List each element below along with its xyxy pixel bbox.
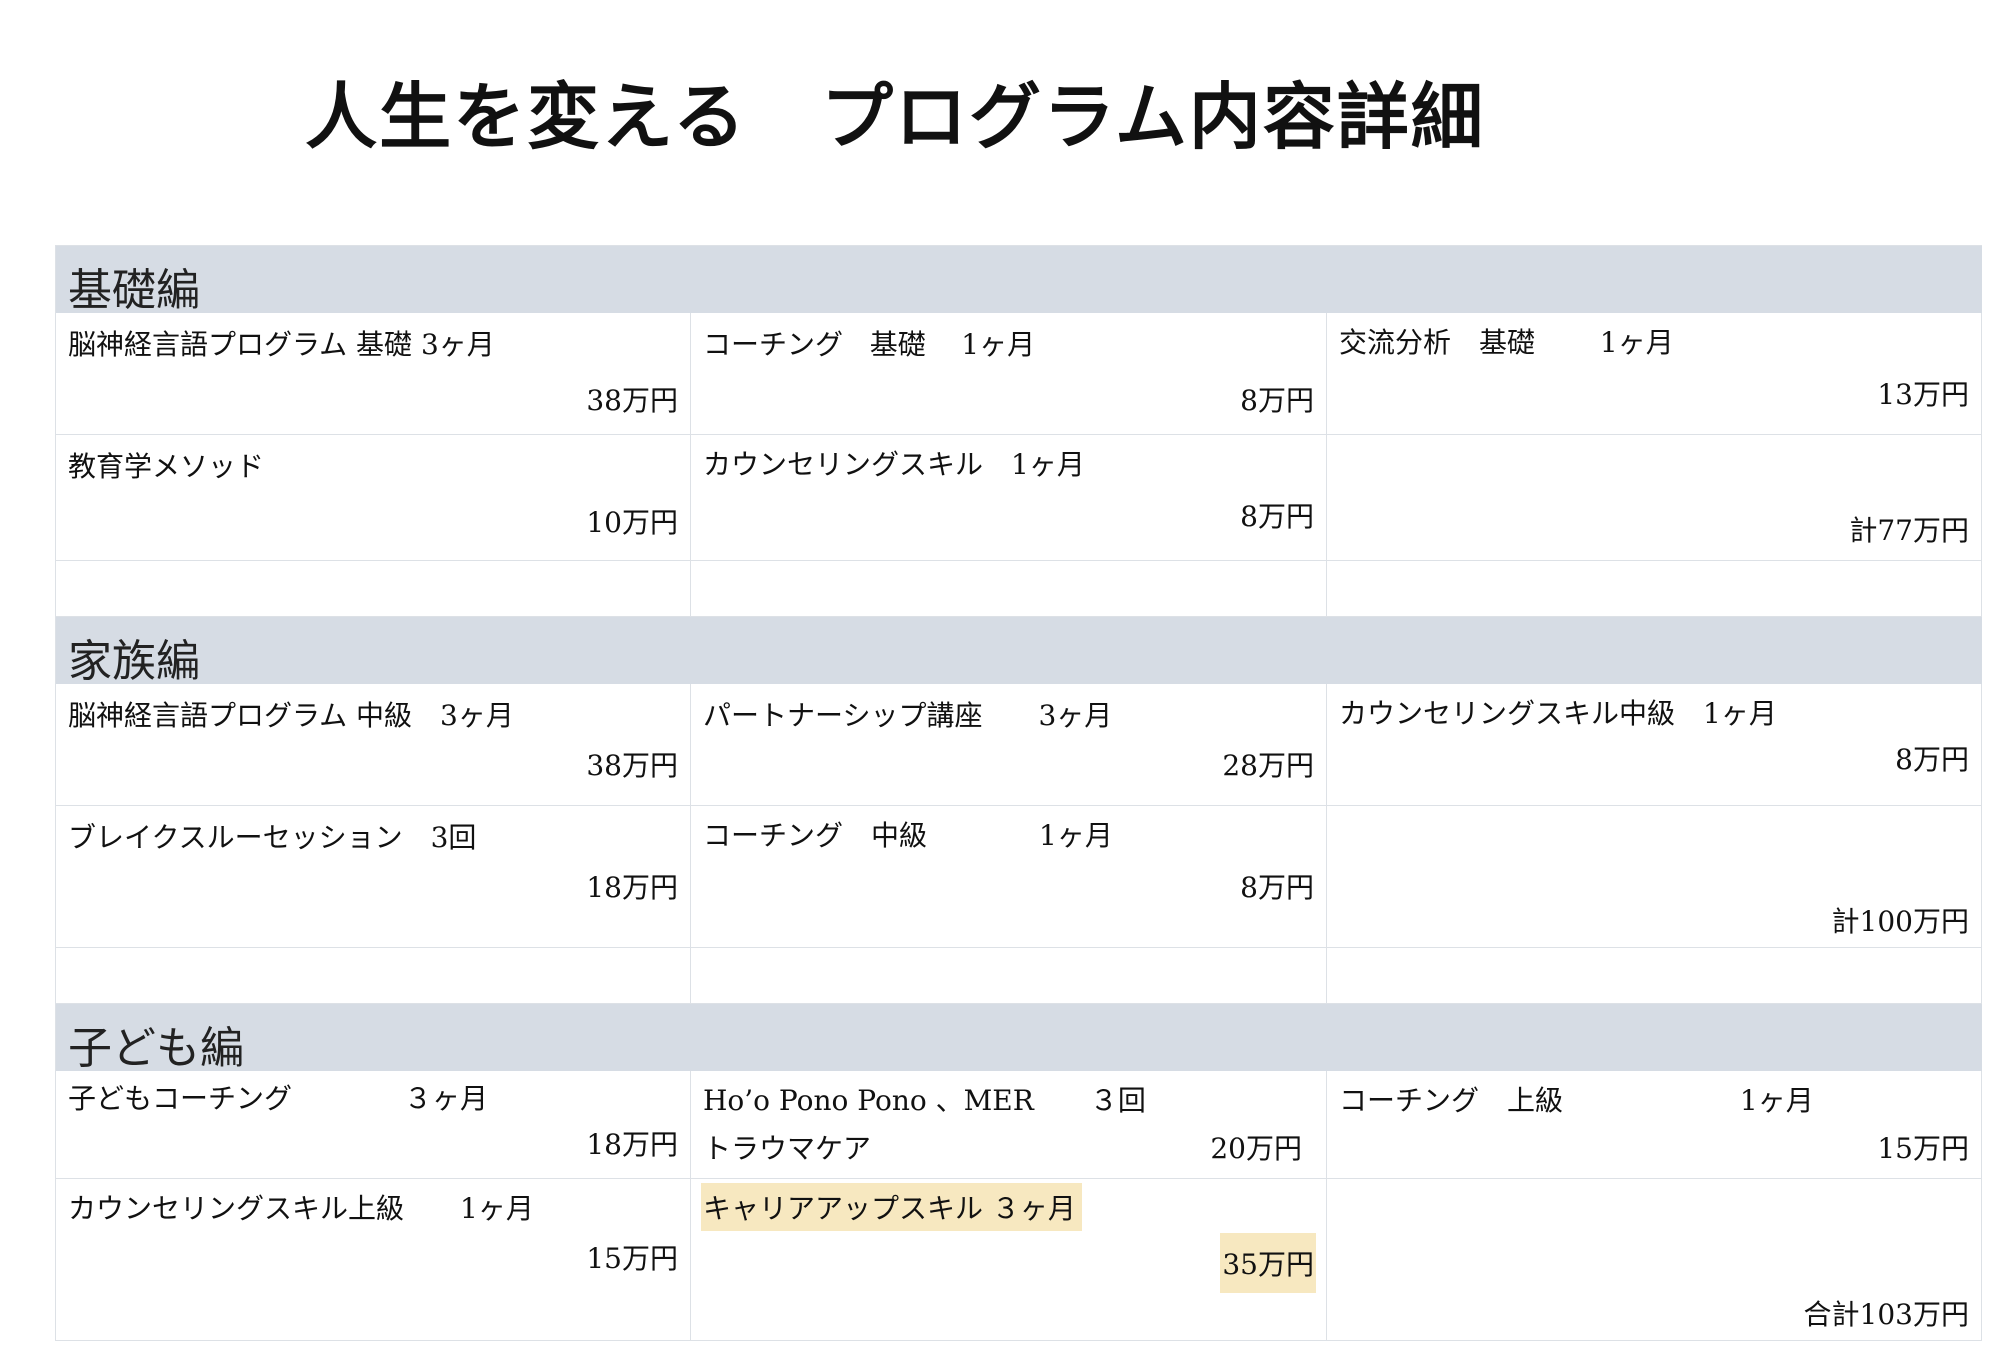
- program-price: 38万円: [586, 749, 678, 782]
- program-cell-highlighted: キャリアアップスキル ３ヶ月 35万円: [691, 1179, 1327, 1341]
- program-price: 18万円: [586, 1128, 678, 1161]
- program-name: Ho’o Pono Pono 、MER ３回: [703, 1084, 1146, 1117]
- grand-total: 合計103万円: [1803, 1298, 1969, 1331]
- program-price: 15万円: [1877, 1132, 1969, 1165]
- program-price: 15万円: [586, 1242, 678, 1275]
- program-cell: パートナーシップ講座 3ヶ月 28万円: [691, 684, 1327, 806]
- program-price: 20万円: [1210, 1132, 1302, 1165]
- program-price: 8万円: [1895, 743, 1969, 776]
- section-title: 子ども編: [68, 1023, 244, 1074]
- program-name: コーチング 中級 1ヶ月: [703, 819, 1113, 852]
- program-name: カウンセリングスキル 1ヶ月: [703, 448, 1085, 481]
- spacer-row: [56, 561, 1982, 617]
- table-row: 教育学メソッド 10万円 カウンセリングスキル 1ヶ月 8万円 計77万円: [56, 435, 1982, 561]
- program-name: ブレイクスルーセッション 3回: [68, 821, 477, 854]
- program-name: 子どもコーチング ３ヶ月: [68, 1082, 489, 1115]
- subtotal-cell: 計77万円: [1327, 435, 1982, 561]
- program-price: 8万円: [1240, 871, 1314, 904]
- program-cell: 脳神経言語プログラム 基礎 3ヶ月 38万円: [56, 313, 691, 435]
- subtotal: 計100万円: [1831, 905, 1969, 938]
- spacer-row: [56, 948, 1982, 1004]
- table-row: 子どもコーチング ３ヶ月 18万円 Ho’o Pono Pono 、MER ３回…: [56, 1071, 1982, 1179]
- program-name: コーチング 上級 1ヶ月: [1339, 1084, 1814, 1117]
- program-cell: 脳神経言語プログラム 中級 3ヶ月 38万円: [56, 684, 691, 806]
- section-title: 基礎編: [68, 265, 200, 316]
- program-name-line2: トラウマケア: [703, 1132, 872, 1165]
- program-cell: コーチング 基礎 1ヶ月 8万円: [691, 313, 1327, 435]
- table-row: 脳神経言語プログラム 中級 3ヶ月 38万円 パートナーシップ講座 3ヶ月 28…: [56, 684, 1982, 806]
- program-cell: ブレイクスルーセッション 3回 18万円: [56, 806, 691, 948]
- section-header-children: 子ども編: [56, 1004, 1982, 1074]
- program-name-highlighted: キャリアアップスキル ３ヶ月: [701, 1183, 1082, 1231]
- table-row: ブレイクスルーセッション 3回 18万円 コーチング 中級 1ヶ月 8万円 計1…: [56, 806, 1982, 948]
- section-header-family: 家族編: [56, 617, 1982, 687]
- program-name: パートナーシップ講座 3ヶ月: [703, 699, 1113, 732]
- page-title: 人生を変える プログラム内容詳細: [305, 75, 1485, 159]
- subtotal-cell: 計100万円: [1327, 806, 1982, 948]
- program-name: コーチング 基礎 1ヶ月: [703, 328, 1036, 361]
- subtotal: 計77万円: [1849, 514, 1969, 547]
- program-price: 8万円: [1240, 384, 1314, 417]
- program-cell: カウンセリングスキル 1ヶ月 8万円: [691, 435, 1327, 561]
- program-name: カウンセリングスキル上級 1ヶ月: [68, 1192, 534, 1225]
- total-cell: 合計103万円: [1327, 1179, 1982, 1341]
- table-row: カウンセリングスキル上級 1ヶ月 15万円 キャリアアップスキル ３ヶ月 35万…: [56, 1179, 1982, 1341]
- program-price: 38万円: [586, 384, 678, 417]
- program-cell: Ho’o Pono Pono 、MER ３回 トラウマケア 20万円: [691, 1071, 1327, 1179]
- program-name: 脳神経言語プログラム 中級 3ヶ月: [68, 699, 514, 732]
- program-cell: 教育学メソッド 10万円: [56, 435, 691, 561]
- program-name: カウンセリングスキル中級 1ヶ月: [1339, 697, 1777, 730]
- program-name: 脳神経言語プログラム 基礎 3ヶ月: [68, 328, 495, 361]
- program-cell: カウンセリングスキル中級 1ヶ月 8万円: [1327, 684, 1982, 806]
- program-price-highlighted: 35万円: [1220, 1233, 1316, 1293]
- program-cell: コーチング 上級 1ヶ月 15万円: [1327, 1071, 1982, 1179]
- program-price: 10万円: [586, 506, 678, 539]
- program-price: 28万円: [1222, 749, 1314, 782]
- section-header-basic: 基礎編: [56, 246, 1982, 316]
- program-price: 18万円: [586, 871, 678, 904]
- program-cell: コーチング 中級 1ヶ月 8万円: [691, 806, 1327, 948]
- program-cell: カウンセリングスキル上級 1ヶ月 15万円: [56, 1179, 691, 1341]
- program-price: 13万円: [1877, 378, 1969, 411]
- section-title: 家族編: [68, 636, 200, 687]
- program-cell: 交流分析 基礎 1ヶ月 13万円: [1327, 313, 1982, 435]
- table-row: 脳神経言語プログラム 基礎 3ヶ月 38万円 コーチング 基礎 1ヶ月 8万円 …: [56, 313, 1982, 435]
- program-name: 教育学メソッド: [68, 450, 265, 483]
- program-name: 交流分析 基礎 1ヶ月: [1339, 326, 1674, 359]
- program-price: 8万円: [1240, 500, 1314, 533]
- program-table: 基礎編 脳神経言語プログラム 基礎 3ヶ月 38万円 コーチング 基礎 1ヶ月 …: [55, 245, 1982, 1341]
- program-cell: 子どもコーチング ３ヶ月 18万円: [56, 1071, 691, 1179]
